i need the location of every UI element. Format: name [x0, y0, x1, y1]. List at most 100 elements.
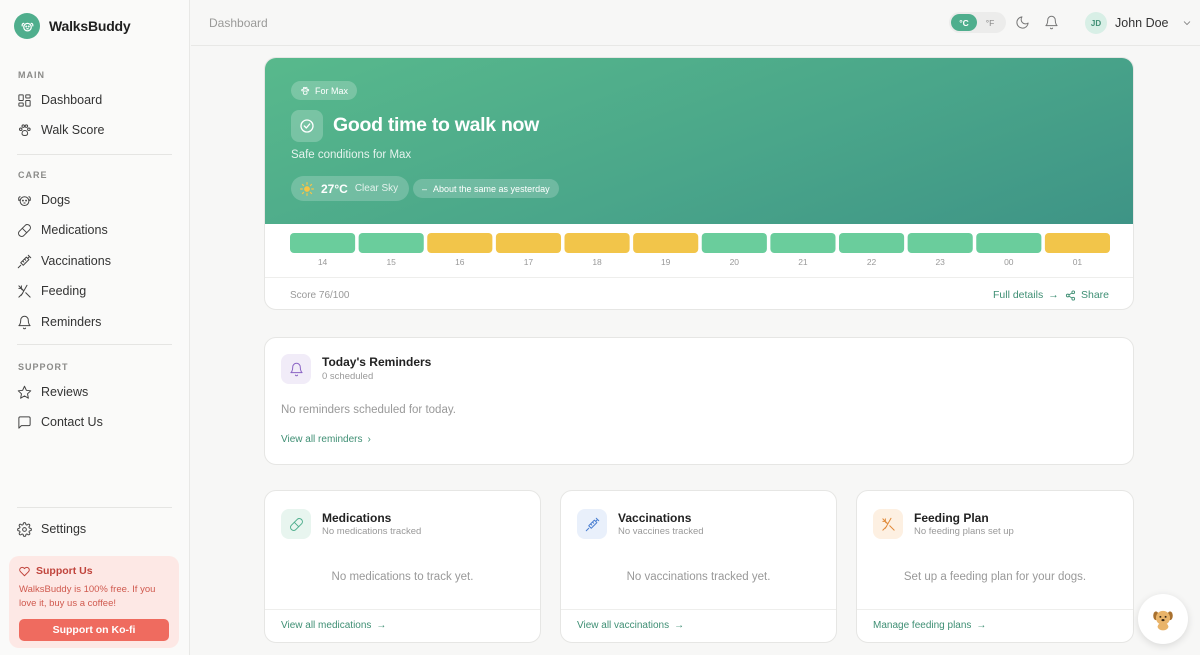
- weather-condition: Clear Sky: [354, 183, 399, 194]
- section-label-care: CARE: [18, 170, 48, 180]
- empty-message: Set up a feeding plan for your dogs.: [903, 571, 1087, 583]
- sidebar-item-reminders[interactable]: Reminders: [17, 311, 101, 333]
- divider: [857, 609, 1133, 610]
- view-all-vaccinations-link[interactable]: View all vaccinations →: [577, 620, 684, 631]
- sidebar-item-label: Vaccinations: [41, 254, 111, 268]
- temperature: 27°C: [321, 181, 348, 196]
- bell-icon: [281, 354, 311, 384]
- full-details-link[interactable]: Full details →: [993, 289, 1059, 301]
- support-title: Support Us: [19, 565, 169, 577]
- hour-bar-19[interactable]: [633, 233, 699, 253]
- sidebar-item-label: Dogs: [41, 193, 71, 207]
- sidebar-item-settings[interactable]: Settings: [17, 518, 86, 540]
- sidebar-item-label: Settings: [41, 522, 87, 536]
- dashboard-icon: [18, 93, 31, 107]
- user-menu[interactable]: JD John Doe: [1085, 12, 1193, 34]
- pill-icon: [281, 509, 311, 539]
- card-title: Medications: [322, 511, 392, 525]
- score-value: Score 76/100: [290, 290, 350, 301]
- share-button[interactable]: Share: [1065, 289, 1109, 301]
- view-all-reminders-link[interactable]: View all reminders ›: [281, 434, 371, 445]
- hour-bar-16[interactable]: [427, 233, 493, 253]
- paw-icon: [301, 86, 310, 95]
- walk-status-subtitle: Safe conditions for Max: [291, 149, 412, 161]
- message-icon: [18, 415, 31, 429]
- reminders-card: Today's Reminders 0 scheduled No reminde…: [264, 337, 1134, 465]
- empty-message: No vaccinations tracked yet.: [626, 571, 771, 583]
- sidebar-item-medications[interactable]: Medications: [17, 219, 108, 241]
- user-name: John Doe: [1115, 16, 1169, 30]
- topbar: Dashboard °C °F JD John Doe: [191, 0, 1200, 46]
- bell-icon: [18, 315, 31, 329]
- notifications-button[interactable]: [1044, 15, 1059, 30]
- card-subtitle: 0 scheduled: [322, 371, 374, 382]
- arrow-right-icon: →: [674, 620, 685, 631]
- unit-fahrenheit-option[interactable]: °F: [977, 14, 1003, 31]
- avatar: JD: [1085, 12, 1107, 34]
- sidebar-item-walk-score[interactable]: Walk Score: [17, 119, 104, 141]
- hour-bar-00[interactable]: [976, 233, 1042, 253]
- support-box: Support Us WalksBuddy is 100% free. If y…: [9, 556, 179, 648]
- hour-label: 14: [317, 257, 328, 267]
- walk-score-footer: Score 76/100 Full details → Share: [265, 277, 1133, 309]
- dash-icon: –: [422, 183, 428, 194]
- medications-card: Medications No medications tracked No me…: [264, 490, 541, 643]
- sidebar: WalksBuddy MAIN Dashboard Walk Score CAR…: [0, 0, 190, 655]
- dark-mode-button[interactable]: [1015, 15, 1030, 30]
- card-subtitle: No medications tracked: [322, 526, 422, 537]
- brand[interactable]: WalksBuddy: [14, 13, 131, 39]
- empty-message: No medications to track yet.: [331, 571, 474, 583]
- sidebar-item-dogs[interactable]: Dogs: [17, 189, 70, 211]
- hour-bar-18[interactable]: [564, 233, 630, 253]
- section-label-support: SUPPORT: [18, 362, 69, 372]
- divider: [17, 344, 172, 345]
- dog-pill[interactable]: For Max: [291, 81, 358, 100]
- hour-label: 00: [1004, 257, 1014, 267]
- hour-bar-22[interactable]: [839, 233, 905, 253]
- sidebar-item-dashboard[interactable]: Dashboard: [17, 89, 102, 111]
- dog-icon: [18, 195, 31, 206]
- sun-icon: [300, 181, 314, 196]
- divider: [17, 154, 172, 155]
- syringe-icon: [577, 509, 607, 539]
- hour-label: 15: [386, 257, 396, 267]
- star-icon: [17, 385, 32, 399]
- unit-toggle[interactable]: °C °F: [949, 12, 1006, 33]
- unit-celsius-option[interactable]: °C: [951, 14, 977, 31]
- hour-bar-17[interactable]: [495, 233, 562, 253]
- bell-icon: [1045, 15, 1058, 30]
- divider: [265, 609, 540, 610]
- hour-bar-21[interactable]: [770, 233, 836, 253]
- walk-status-title: Good time to walk now: [333, 114, 540, 136]
- sidebar-item-label: Reminders: [41, 315, 102, 329]
- syringe-icon: [17, 254, 32, 268]
- dog-logo-icon: [14, 13, 40, 39]
- divider: [17, 507, 172, 508]
- walk-score-card: For Max Good time to walk now Safe condi…: [264, 57, 1134, 310]
- gear-icon: [17, 521, 32, 537]
- sidebar-item-reviews[interactable]: Reviews: [17, 381, 88, 403]
- sidebar-item-vaccinations[interactable]: Vaccinations: [17, 250, 111, 272]
- hour-bar-23[interactable]: [907, 233, 973, 253]
- dog-assistant-button[interactable]: [1138, 594, 1188, 644]
- manage-feeding-plans-link[interactable]: Manage feeding plans →: [873, 620, 986, 631]
- view-all-medications-link[interactable]: View all medications →: [281, 620, 386, 631]
- weather-pill: 27°C Clear Sky: [291, 176, 410, 201]
- walk-score-hero: For Max Good time to walk now Safe condi…: [265, 58, 1133, 224]
- hour-bar-15[interactable]: [358, 233, 424, 253]
- hour-label: 18: [592, 257, 602, 267]
- support-kofi-button[interactable]: Support on Ko-fi: [19, 619, 169, 641]
- brand-name: WalksBuddy: [49, 18, 131, 34]
- sidebar-item-feeding[interactable]: Feeding: [17, 280, 86, 302]
- moon-icon: [1016, 16, 1029, 29]
- hour-bar-01[interactable]: [1044, 233, 1110, 253]
- support-text: WalksBuddy is 100% free. If you love it,…: [19, 584, 156, 609]
- paw-icon: [19, 123, 31, 136]
- hour-bar-14[interactable]: [290, 233, 356, 253]
- hour-label: 23: [935, 257, 945, 267]
- sidebar-item-label: Feeding: [41, 284, 87, 298]
- sidebar-item-contact-us[interactable]: Contact Us: [17, 411, 103, 433]
- hour-label: 17: [523, 257, 534, 267]
- hour-bar-20[interactable]: [701, 233, 767, 253]
- card-title: Vaccinations: [618, 511, 692, 525]
